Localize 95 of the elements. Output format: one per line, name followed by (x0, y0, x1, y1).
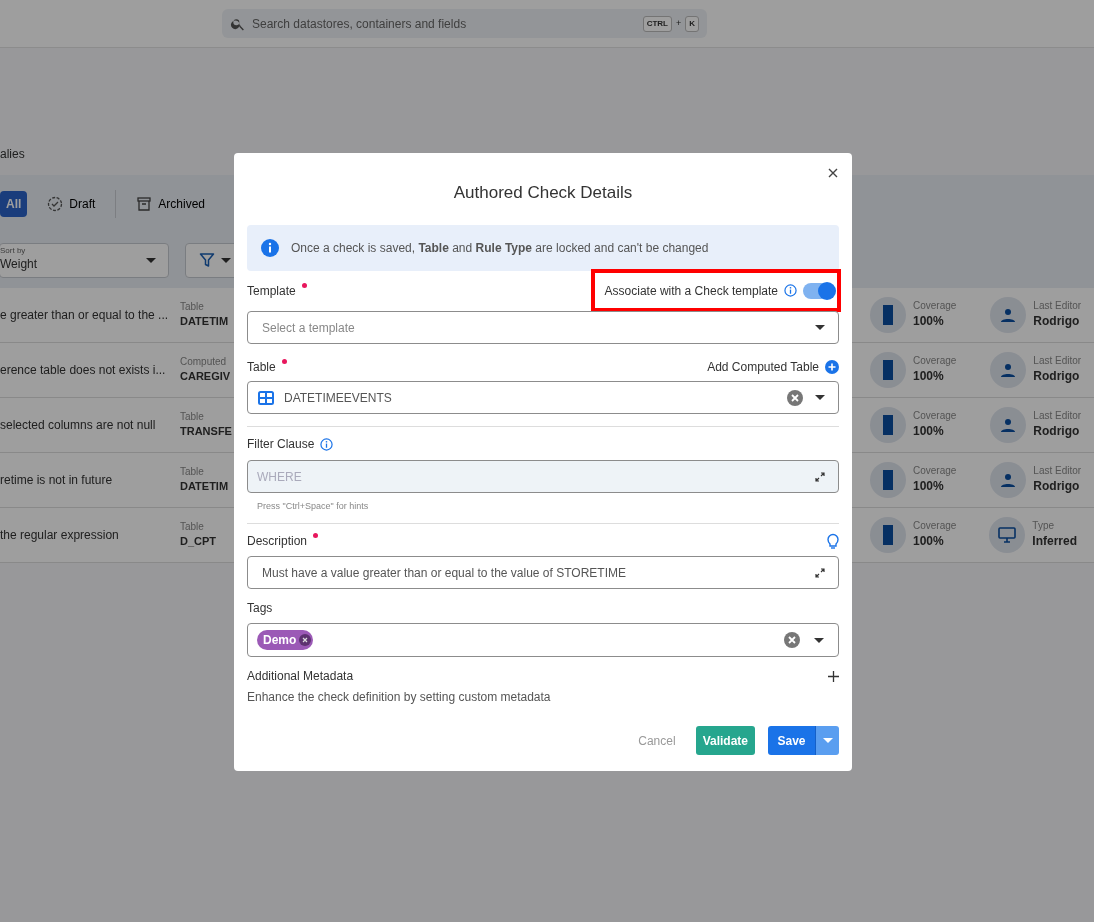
table-name: DATETIM (180, 478, 230, 494)
field-label: Last Editor (1033, 300, 1082, 312)
coverage-bar-icon (883, 305, 893, 325)
status-tab[interactable]: All (0, 190, 28, 217)
field-label: Coverage (913, 355, 957, 367)
editor-name: Rodrigo (1033, 478, 1081, 495)
plus-icon[interactable] (828, 670, 839, 682)
field-label: Coverage (913, 410, 957, 422)
table-icon (258, 390, 274, 405)
toggle-label: Associate with a Check template (604, 282, 778, 300)
field-label: Coverage (913, 300, 957, 312)
status-tab[interactable]: Archived (130, 190, 212, 217)
field-label: Coverage (913, 520, 957, 532)
close-button[interactable] (826, 166, 840, 180)
field-label: Table (247, 359, 276, 376)
caret-icon (146, 257, 156, 263)
description-field[interactable]: Must have a value greater than or equal to the value of STORETIME (247, 556, 839, 589)
coverage-bar-icon (883, 360, 893, 380)
info-icon (784, 284, 797, 297)
tag-chip[interactable]: Demo (257, 630, 314, 650)
filter-field[interactable]: WHERE (247, 460, 839, 493)
field-label: Last Editor (1033, 465, 1082, 477)
caret-icon (814, 637, 824, 643)
check-description: the regular expression (0, 527, 120, 544)
field-label: Last Editor (1033, 355, 1082, 367)
add-computed-table-link[interactable]: Add Computed Table (707, 358, 839, 376)
table-name: TRANSFE (180, 423, 233, 439)
field-label: Filter Clause (247, 436, 315, 453)
table-select[interactable]: DATETIMEEVENTS (247, 381, 839, 414)
save-options-button[interactable] (815, 726, 839, 755)
dashed-check-circle-icon (47, 195, 64, 212)
remove-icon[interactable] (299, 634, 312, 646)
breadcrumb-text: alies (0, 146, 25, 163)
section-title: Additional Metadata (247, 668, 354, 685)
close-icon (826, 166, 840, 180)
person-icon (1000, 473, 1017, 487)
table-name: DATETIM (180, 313, 230, 329)
dialog-title: Authored Check Details (452, 183, 634, 203)
section-description: Enhance the check definition by setting custom metadata (247, 689, 552, 706)
field-label: Table (180, 520, 205, 533)
field-label: Tags (247, 600, 273, 617)
person-icon (1000, 418, 1017, 432)
coverage-value: 100% (913, 533, 945, 550)
field-label: Table (180, 465, 205, 478)
person-icon (1000, 363, 1017, 377)
info-icon (320, 437, 334, 451)
table-name: CAREGIV (180, 368, 232, 384)
template-select[interactable]: Select a template (247, 311, 839, 344)
editor-name: Rodrigo (1033, 423, 1081, 440)
expand-icon[interactable] (815, 567, 825, 578)
caret-icon (822, 738, 833, 743)
coverage-bar-icon (883, 525, 893, 545)
lightbulb-icon[interactable] (827, 533, 839, 549)
monitor-icon (998, 527, 1017, 543)
archive-box-icon (136, 195, 153, 212)
expand-icon[interactable] (815, 471, 825, 482)
caret-icon (815, 325, 825, 330)
field-label: Description (247, 533, 308, 550)
plus-circle-icon (825, 360, 839, 374)
field-label: Table (180, 410, 205, 423)
toggle-switch[interactable] (803, 282, 833, 299)
check-description: selected columns are not null (0, 417, 157, 434)
person-icon (1000, 308, 1017, 322)
field-label: Template (247, 282, 296, 300)
clear-icon[interactable] (784, 632, 800, 648)
coverage-value: 100% (913, 423, 945, 440)
info-text: Once a check is saved, Table and Rule Type are locked and can't be changed (291, 240, 709, 257)
editor-name: Rodrigo (1033, 313, 1081, 330)
check-description: retime is not in future (0, 472, 114, 489)
sort-select[interactable]: Sort by Weight (0, 242, 169, 278)
coverage-bar-icon (883, 470, 893, 490)
coverage-value: 100% (913, 368, 945, 385)
save-button[interactable]: Save (768, 726, 815, 755)
field-label: Table (180, 300, 205, 313)
field-label: Type (1032, 520, 1056, 532)
field-label: Coverage (913, 465, 957, 477)
editor-name: Rodrigo (1033, 368, 1081, 385)
clear-icon[interactable] (787, 389, 803, 406)
status-tab[interactable]: Draft (41, 190, 102, 217)
info-icon (261, 239, 279, 257)
caret-icon (815, 395, 825, 400)
funnel-icon (199, 252, 215, 268)
field-label: Last Editor (1033, 410, 1082, 422)
check-description: e greater than or equal to the ... (0, 307, 170, 324)
caret-icon (221, 257, 231, 263)
check-description: erence table does not exists i... (0, 362, 167, 379)
hint-text: Press "Ctrl+Space" for hints (257, 500, 370, 512)
field-label: Computed (180, 355, 228, 368)
coverage-value: 100% (913, 478, 945, 495)
type-value: Inferred (1032, 533, 1078, 550)
coverage-value: 100% (913, 313, 945, 330)
tags-field[interactable]: Demo (247, 623, 839, 657)
coverage-bar-icon (883, 415, 893, 435)
table-name: D_CPT (180, 533, 218, 549)
plus-sign: + (675, 16, 682, 30)
